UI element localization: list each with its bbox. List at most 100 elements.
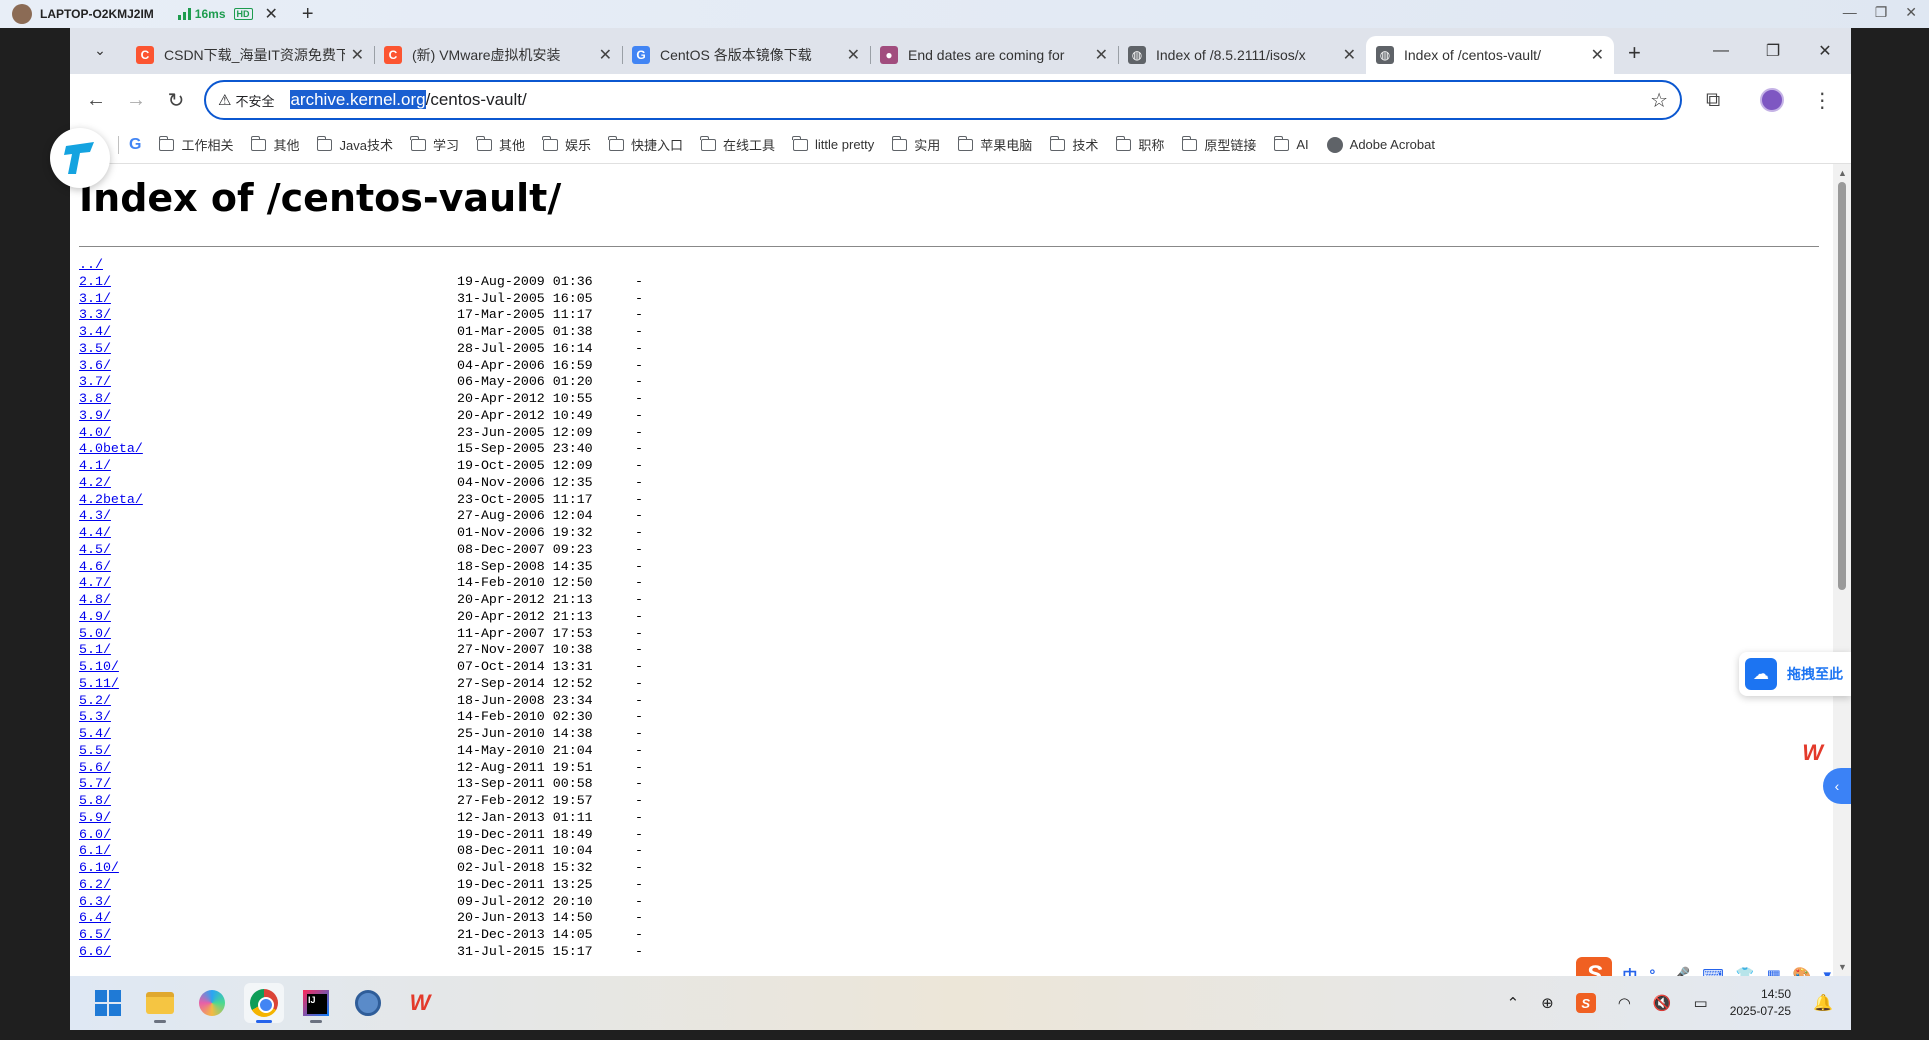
bookmark-item[interactable]: 快捷入口 — [608, 135, 683, 154]
directory-link[interactable]: 5.6/ — [79, 760, 457, 777]
directory-link[interactable]: 6.2/ — [79, 877, 457, 894]
floating-app-logo-icon[interactable] — [50, 128, 110, 188]
ime-item[interactable]: 👕 — [1736, 966, 1755, 976]
bookmark-star-icon[interactable]: ☆ — [1650, 88, 1668, 113]
directory-link[interactable]: 5.5/ — [79, 743, 457, 760]
directory-link[interactable]: 5.7/ — [79, 776, 457, 793]
bookmark-item[interactable]: 原型链接 — [1181, 135, 1256, 154]
directory-link[interactable]: 4.2beta/ — [79, 492, 457, 509]
ime-item[interactable]: ⌨ — [1702, 966, 1724, 976]
start-button[interactable] — [88, 983, 128, 1023]
url-host[interactable]: archive.kernel.org — [290, 90, 426, 109]
taskbar-intellij-idea[interactable] — [296, 983, 336, 1023]
back-arrow-icon[interactable]: ← — [78, 82, 114, 118]
directory-link[interactable]: 4.0/ — [79, 425, 457, 442]
extensions-puzzle-icon[interactable]: ⧉ — [1706, 89, 1720, 112]
sogou-ime-logo-icon[interactable]: S — [1576, 957, 1613, 976]
scroll-up-arrow-icon[interactable]: ▲ — [1838, 168, 1847, 178]
ime-item[interactable]: 🎨 — [1793, 966, 1812, 976]
bookmark-item[interactable]: 在线工具 — [700, 135, 775, 154]
tab-search-chevron-down-icon[interactable]: ⌄ — [82, 32, 118, 68]
directory-link[interactable]: 5.2/ — [79, 693, 457, 710]
directory-link[interactable]: 5.8/ — [79, 793, 457, 810]
taskbar-wps[interactable]: W — [400, 983, 440, 1023]
directory-link[interactable]: 4.7/ — [79, 575, 457, 592]
taskbar-browser[interactable] — [348, 983, 388, 1023]
directory-link[interactable]: 4.2/ — [79, 475, 457, 492]
sidebar-collapse-chevron-left-icon[interactable]: ‹ — [1823, 768, 1851, 804]
bookmark-item[interactable]: 学习 — [410, 135, 459, 154]
tab-1[interactable]: C (新) VMware虚拟机安装 ✕ — [374, 36, 622, 74]
address-bar[interactable]: ⚠ 不安全 archive.kernel.org/centos-vault/ ☆ — [204, 80, 1682, 120]
ime-item[interactable]: ▾ — [1823, 966, 1831, 976]
system-clock[interactable]: 14:50 2025-07-25 — [1730, 986, 1791, 1020]
directory-link[interactable]: 3.8/ — [79, 391, 457, 408]
directory-link[interactable]: 3.1/ — [79, 291, 457, 308]
bookmark-item[interactable]: 技术 — [1049, 135, 1098, 154]
close-icon[interactable]: ✕ — [1905, 4, 1917, 21]
wps-tray-icon[interactable]: S — [1575, 993, 1596, 1013]
directory-link[interactable]: 5.11/ — [79, 676, 457, 693]
minimize-icon[interactable]: — — [1695, 28, 1747, 74]
bookmark-item[interactable]: 职称 — [1115, 135, 1164, 154]
directory-link[interactable]: 6.3/ — [79, 894, 457, 911]
volume-muted-icon[interactable]: 🔇 — [1653, 994, 1672, 1012]
directory-link[interactable]: 6.0/ — [79, 827, 457, 844]
restore-icon[interactable]: ❐ — [1747, 28, 1799, 74]
bookmark-item[interactable]: Java技术 — [316, 135, 393, 154]
directory-link[interactable]: ../ — [79, 257, 457, 274]
ime-tray-icon[interactable]: ⊕ — [1541, 994, 1554, 1012]
new-tab-plus-icon[interactable]: + — [1628, 40, 1641, 66]
security-status-label[interactable]: 不安全 — [235, 91, 274, 110]
directory-link[interactable]: 2.1/ — [79, 274, 457, 291]
tab-close-icon[interactable]: ✕ — [1095, 45, 1108, 65]
bookmark-item[interactable]: 苹果电脑 — [957, 135, 1032, 154]
google-bookmark-icon[interactable]: G — [129, 136, 141, 154]
taskbar-copilot[interactable] — [192, 983, 232, 1023]
taskbar-chrome[interactable] — [244, 983, 284, 1023]
tab-close-icon[interactable]: ✕ — [599, 45, 612, 65]
tab-0[interactable]: C CSDN下载_海量IT资源免费下载 ✕ — [126, 36, 374, 74]
warning-triangle-icon[interactable]: ⚠ — [218, 91, 231, 109]
directory-link[interactable]: 3.7/ — [79, 374, 457, 391]
tab-close-icon[interactable]: ✕ — [1343, 45, 1356, 65]
tab-3[interactable]: ● End dates are coming for ✕ — [870, 36, 1118, 74]
reload-icon[interactable]: ↻ — [158, 82, 194, 118]
directory-link[interactable]: 5.1/ — [79, 642, 457, 659]
directory-link[interactable]: 4.1/ — [79, 458, 457, 475]
tab-4[interactable]: ◍ Index of /8.5.2111/isos/x ✕ — [1118, 36, 1366, 74]
bookmark-item[interactable]: 工作相关 — [158, 135, 233, 154]
directory-link[interactable]: 4.5/ — [79, 542, 457, 559]
bookmark-item[interactable]: Adobe Acrobat — [1326, 136, 1435, 153]
bookmark-item[interactable]: 其他 — [476, 135, 525, 154]
wifi-icon[interactable]: ◠ — [1618, 994, 1631, 1012]
scrollbar-thumb[interactable] — [1838, 182, 1846, 590]
directory-link[interactable]: 4.4/ — [79, 525, 457, 542]
bookmark-item[interactable]: 娱乐 — [542, 135, 591, 154]
tab-2[interactable]: G CentOS 各版本镜像下载 ✕ — [622, 36, 870, 74]
ime-item[interactable]: 🎤 — [1672, 966, 1691, 976]
directory-link[interactable]: 3.9/ — [79, 408, 457, 425]
more-menu-icon[interactable]: ⋮ — [1812, 88, 1832, 113]
cloud-drag-widget[interactable]: ☁ 拖拽至此 — [1739, 652, 1851, 696]
directory-link[interactable]: 4.0beta/ — [79, 441, 457, 458]
restore-icon[interactable]: ❐ — [1875, 4, 1888, 21]
directory-link[interactable]: 5.0/ — [79, 626, 457, 643]
directory-link[interactable]: 4.6/ — [79, 559, 457, 576]
directory-link[interactable]: 3.5/ — [79, 341, 457, 358]
url-text[interactable]: archive.kernel.org/centos-vault/ — [290, 90, 527, 110]
close-icon[interactable]: ✕ — [1799, 28, 1851, 74]
directory-link[interactable]: 4.3/ — [79, 508, 457, 525]
bookmark-item[interactable]: little pretty — [792, 135, 874, 152]
directory-link[interactable]: 5.9/ — [79, 810, 457, 827]
forward-arrow-icon[interactable]: → — [118, 82, 154, 118]
close-icon[interactable]: ✕ — [265, 4, 278, 24]
tab-5[interactable]: ◍ Index of /centos-vault/ ✕ — [1366, 36, 1614, 74]
directory-link[interactable]: 3.6/ — [79, 358, 457, 375]
scroll-down-arrow-icon[interactable]: ▼ — [1838, 962, 1847, 972]
directory-link[interactable]: 3.4/ — [79, 324, 457, 341]
directory-link[interactable]: 5.10/ — [79, 659, 457, 676]
page-scrollbar[interactable]: ▲ ▼ — [1833, 164, 1851, 976]
battery-icon[interactable]: ▭ — [1694, 994, 1708, 1012]
directory-link[interactable]: 6.1/ — [79, 843, 457, 860]
